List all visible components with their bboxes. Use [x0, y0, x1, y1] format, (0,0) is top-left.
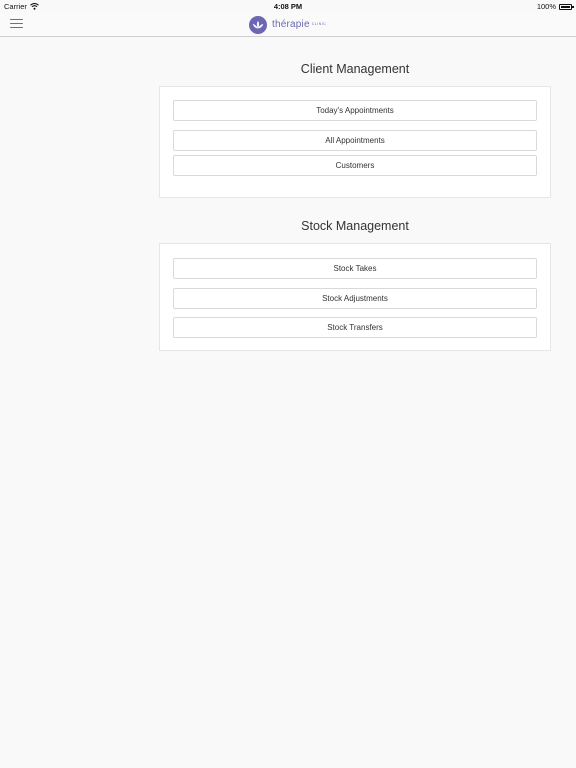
stock-management-title: Stock Management — [301, 219, 409, 233]
stock-takes-button[interactable]: Stock Takes — [173, 258, 537, 279]
hamburger-menu-icon[interactable] — [10, 17, 23, 30]
battery-icon — [559, 3, 574, 10]
stock-management-card: Stock Takes Stock Adjustments Stock Tran… — [159, 243, 551, 351]
logo-subtext: CLINIC — [311, 22, 327, 27]
status-time: 4:08 PM — [273, 2, 303, 11]
todays-appointments-button[interactable]: Today's Appointments — [173, 100, 537, 121]
all-appointments-button[interactable]: All Appointments — [173, 130, 537, 151]
battery-indicator: 100% — [536, 2, 574, 11]
client-management-title: Client Management — [300, 62, 410, 76]
lotus-icon — [249, 15, 267, 34]
stock-transfers-button[interactable]: Stock Transfers — [173, 317, 537, 338]
status-bar: Carrier 4:08 PM 100% — [0, 0, 576, 12]
nav-bar: thérapie CLINIC — [0, 12, 576, 37]
therapie-logo: thérapie CLINIC — [249, 15, 326, 34]
stock-adjustments-button[interactable]: Stock Adjustments — [173, 288, 537, 309]
logo-text: thérapie CLINIC — [272, 19, 327, 30]
battery-percent: 100% — [536, 2, 556, 11]
client-management-card: Today's Appointments All Appointments Cu… — [159, 86, 551, 198]
customers-button[interactable]: Customers — [173, 155, 537, 176]
